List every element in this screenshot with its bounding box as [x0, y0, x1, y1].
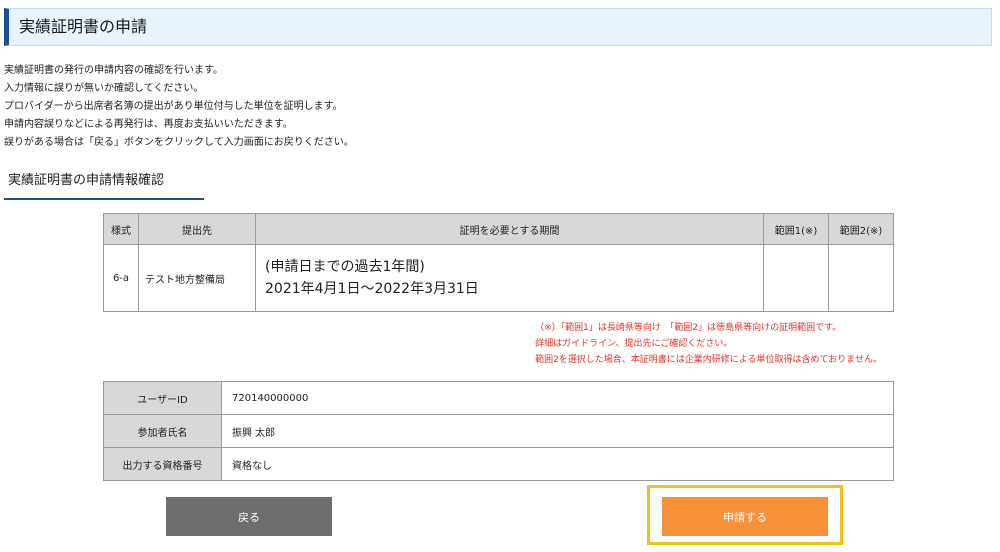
intro-line: 誤りがある場合は「戻る」ボタンをクリックして入力画面にお戻りください。: [4, 137, 354, 148]
table-header-row: 様式 提出先 証明を必要とする期間 範囲1(※) 範囲2(※): [103, 213, 894, 245]
notes: （※）「範囲1」は長崎県等向け 「範囲2」は徳島県等向けの証明範囲です。 詳細は…: [535, 320, 882, 368]
note-line: （※）「範囲1」は長崎県等向け 「範囲2」は徳島県等向けの証明範囲です。: [535, 323, 842, 333]
user-id-value: 720140000000: [221, 381, 894, 415]
intro-text: 実績証明書の発行の申請内容の確認を行います。 入力情報に誤りが無いか確認してくだ…: [4, 62, 354, 152]
back-button[interactable]: 戻る: [166, 497, 332, 536]
period-line-1: (申請日までの過去1年間): [265, 259, 425, 275]
intro-line: 申請内容誤りなどによる再発行は、再度お支払いいただきます。: [4, 119, 293, 130]
header-range2: 範囲2(※): [828, 213, 894, 245]
request-info-table: 様式 提出先 証明を必要とする期間 範囲1(※) 範囲2(※) 6-a テスト地…: [103, 213, 894, 312]
page-title: 実績証明書の申請: [19, 17, 148, 36]
range1-cell: [763, 244, 829, 312]
table-row: 参加者氏名 振興 太郎: [103, 414, 894, 448]
page-header: 実績証明書の申請: [4, 8, 992, 46]
note-line: 範囲2を選択した場合、本証明書には企業内研修による単位取得は含めておりません。: [535, 355, 882, 365]
period-cell: (申請日までの過去1年間) 2021年4月1日～2022年3月31日: [255, 244, 764, 312]
period-line-2: 2021年4月1日～2022年3月31日: [265, 281, 479, 297]
form-cell: 6-a: [103, 244, 139, 312]
header-form: 様式: [103, 213, 139, 245]
header-destination: 提出先: [138, 213, 256, 245]
participant-name-label: 参加者氏名: [103, 414, 222, 448]
table-row: 6-a テスト地方整備局 (申請日までの過去1年間) 2021年4月1日～202…: [103, 244, 894, 312]
destination-cell: テスト地方整備局: [138, 244, 256, 312]
participant-name-value: 振興 太郎: [221, 414, 894, 448]
intro-line: 入力情報に誤りが無いか確認してください。: [4, 83, 204, 94]
user-info-table: ユーザーID 720140000000 参加者氏名 振興 太郎 出力する資格番号…: [103, 381, 894, 481]
table-row: ユーザーID 720140000000: [103, 381, 894, 415]
table-row: 出力する資格番号 資格なし: [103, 447, 894, 481]
user-id-label: ユーザーID: [103, 381, 222, 415]
intro-line: プロバイダーから出席者名簿の提出があり単位付与した単位を証明します。: [4, 101, 343, 112]
submit-button[interactable]: 申請する: [662, 497, 828, 536]
note-line: 詳細はガイドライン、提出先にご確認ください。: [535, 339, 733, 349]
range2-cell: [828, 244, 894, 312]
header-period: 証明を必要とする期間: [255, 213, 764, 245]
section-title: 実績証明書の申請情報確認: [4, 168, 204, 200]
intro-line: 実績証明書の発行の申請内容の確認を行います。: [4, 65, 223, 76]
qualification-number-value: 資格なし: [221, 447, 894, 481]
qualification-number-label: 出力する資格番号: [103, 447, 222, 481]
header-range1: 範囲1(※): [763, 213, 829, 245]
